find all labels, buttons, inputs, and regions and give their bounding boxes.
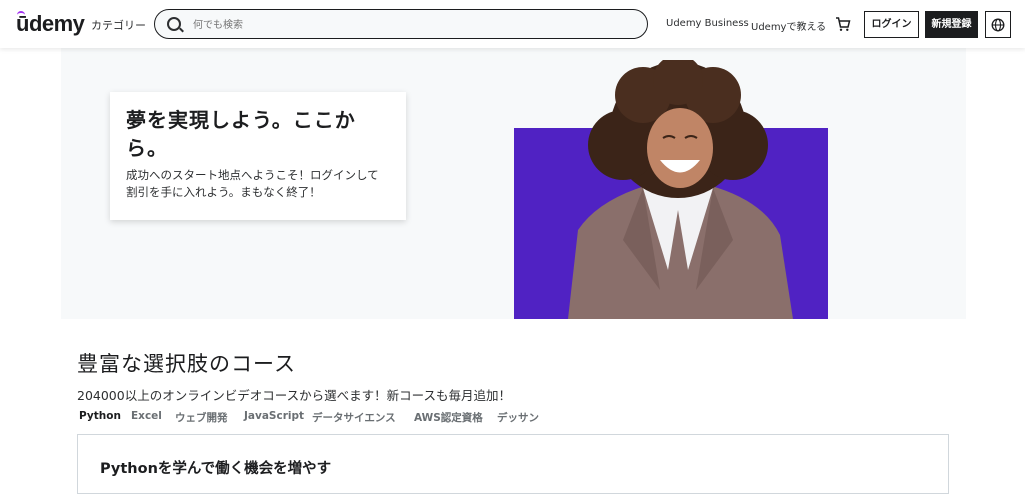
categories-menu[interactable]: カテゴリー bbox=[91, 17, 146, 33]
courses-section-title: 豊富な選択肢のコース bbox=[77, 352, 296, 376]
udemy-logo[interactable]: ūdemy bbox=[16, 11, 85, 37]
search-bar[interactable] bbox=[154, 9, 648, 39]
login-button[interactable]: ログイン bbox=[864, 11, 919, 38]
tab-aws-certification[interactable]: AWS認定資格 bbox=[414, 410, 483, 425]
tab-drawing[interactable]: デッサン bbox=[497, 410, 539, 425]
cart-icon[interactable] bbox=[835, 16, 851, 32]
tab-web-development[interactable]: ウェブ開発 bbox=[175, 410, 228, 425]
teach-on-udemy-link[interactable]: Udemyで教える bbox=[751, 18, 826, 33]
hero-subtitle: 成功へのスタート地点へようこそ！ログインして割引を手に入れよう。まもなく終了！ bbox=[126, 168, 379, 199]
search-input[interactable] bbox=[191, 16, 635, 34]
courses-section-subtitle: 204000以上のオンラインビデオコースから選べます！新コースも毎月追加！ bbox=[77, 388, 511, 403]
tab-javascript[interactable]: JavaScript bbox=[244, 410, 304, 422]
top-header: ūdemy カテゴリー Udemy Business Udemyで教える ログイ… bbox=[0, 0, 1025, 48]
search-icon[interactable] bbox=[167, 17, 181, 31]
tab-python[interactable]: Python bbox=[79, 410, 121, 422]
signup-button[interactable]: 新規登録 bbox=[925, 11, 978, 38]
language-button[interactable] bbox=[985, 11, 1011, 38]
tab-excel[interactable]: Excel bbox=[131, 410, 162, 422]
hero-title: 夢を実現しよう。ここから。 bbox=[126, 108, 356, 160]
tab-data-science[interactable]: データサイエンス bbox=[312, 410, 396, 425]
globe-icon bbox=[991, 18, 1005, 32]
udemy-business-link[interactable]: Udemy Business bbox=[666, 18, 749, 29]
hero-message-card: 夢を実現しよう。ここから。 成功へのスタート地点へようこそ！ログインして割引を手… bbox=[110, 92, 406, 220]
course-panel-heading: Pythonを学んで働く機会を増やす bbox=[100, 461, 332, 477]
hero-person-image bbox=[568, 60, 793, 319]
